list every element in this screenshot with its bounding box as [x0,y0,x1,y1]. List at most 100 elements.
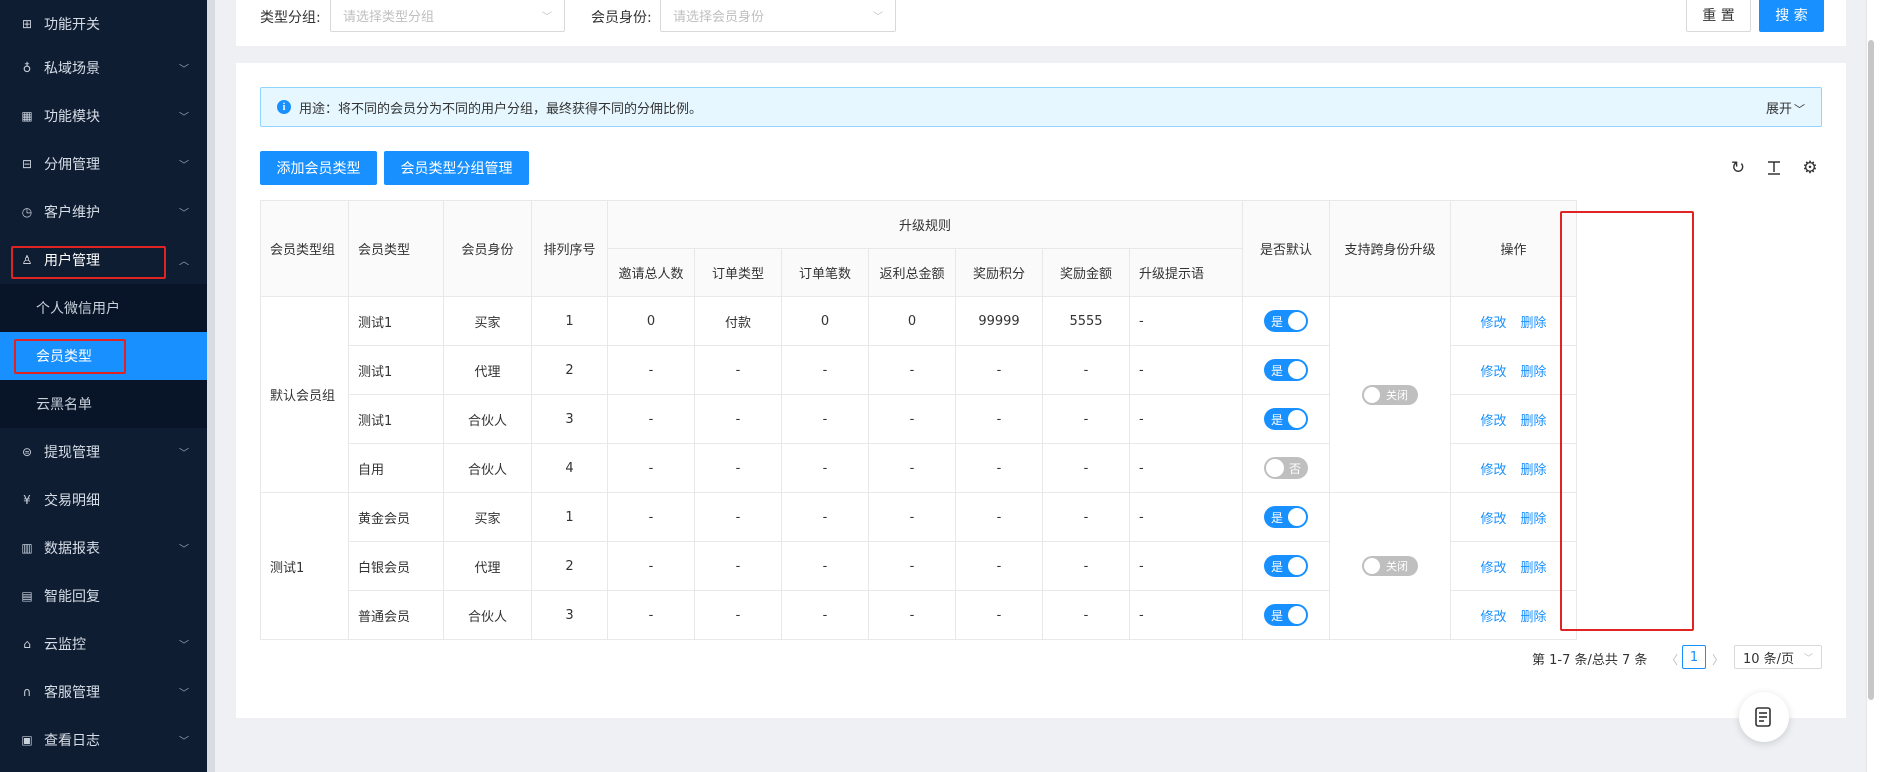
add-member-type-button[interactable]: 添加会员类型 [260,151,377,185]
sidebar-item-1[interactable]: ♁ 私域场景 ﹀ [0,44,207,92]
sidebar-item-3[interactable]: ⊟ 分佣管理 ﹀ [0,140,207,188]
default-toggle[interactable]: 是 [1264,359,1308,381]
edit-link[interactable]: 修改 [1480,610,1506,625]
sidebar-item-12[interactable]: ▣ 查看日志 ﹀ [0,716,207,764]
edit-link[interactable]: 修改 [1480,316,1506,331]
default-toggle[interactable]: 是 [1264,310,1308,332]
chevron-down-icon: ﹀ [179,160,189,172]
sidebar-item-label: 云监控 [44,637,86,653]
identity-cell: 买家 [443,296,532,346]
settings-gear-icon[interactable]: ⚙ [1799,157,1821,179]
edit-link[interactable]: 修改 [1480,414,1506,429]
edit-link[interactable]: 修改 [1480,512,1506,527]
sidebar-item-9[interactable]: ▤ 智能回复 [0,572,207,620]
delete-link[interactable]: 删除 [1521,512,1547,527]
group-select-placeholder: 请选择类型分组 [343,9,435,25]
toggle-knob [1288,557,1306,575]
cup-icon: ♁ [22,61,32,75]
chevron-up-icon: ︿ [179,256,189,268]
type-cell: 黄金会员 [348,492,444,542]
sidebar-subitem-2[interactable]: 云黑名单 [0,380,207,428]
invite-cell: - [607,590,695,640]
page-number-current[interactable]: 1 [1682,645,1706,669]
identity-cell: 买家 [443,492,532,542]
order-cell: 3 [531,590,608,640]
delete-link[interactable]: 删除 [1521,414,1547,429]
amount-cell: 5555 [1042,296,1130,346]
sidebar-item-6[interactable]: ⊜ 提现管理 ﹀ [0,428,207,476]
sidebar-item-11[interactable]: ∩ 客服管理 ﹀ [0,668,207,716]
default-toggle[interactable]: 是 [1264,604,1308,626]
header-upgrade-tip: 升级提示语 [1129,248,1243,297]
prev-page-icon[interactable]: 〈 [1666,651,1678,668]
delete-link[interactable]: 删除 [1521,463,1547,478]
order-cell: 2 [531,541,608,591]
chevron-down-icon: ﹀ [179,64,189,76]
header-cross-upgrade: 支持跨身份升级 [1329,200,1451,297]
sidebar-item-10[interactable]: ⌂ 云监控 ﹀ [0,620,207,668]
identity-select[interactable]: 请选择会员身份 ﹀ [660,0,896,32]
sidebar-item-label: 功能开关 [44,17,100,33]
order-type-cell: - [694,541,782,591]
tip-cell: - [1129,443,1243,493]
invite-cell: - [607,541,695,591]
chevron-down-icon: ﹀ [873,11,883,23]
points-cell: - [955,541,1043,591]
page-scrollbar[interactable] [1868,40,1874,700]
order-cell: 1 [531,492,608,542]
identity-cell: 代理 [443,345,532,395]
reset-button[interactable]: 重 置 [1686,0,1751,32]
edit-link[interactable]: 修改 [1480,463,1506,478]
edit-link[interactable]: 修改 [1480,561,1506,576]
default-toggle[interactable]: 否 [1264,457,1308,479]
sidebar-scrollbar[interactable] [207,0,215,772]
chevron-down-icon: ﹀ [542,11,552,23]
points-cell: 99999 [955,296,1043,346]
sidebar-item-7[interactable]: ¥ 交易明细 [0,476,207,524]
group-select[interactable]: 请选择类型分组 ﹀ [330,0,565,32]
page-size-select[interactable]: 10 条/页 ﹀ [1734,645,1822,669]
cross-upgrade-toggle[interactable]: 关闭 [1362,384,1418,405]
tip-cell: - [1129,590,1243,640]
sidebar-item-2[interactable]: ▦ 功能模块 ﹀ [0,92,207,140]
identity-select-placeholder: 请选择会员身份 [673,9,765,25]
header-is-default: 是否默认 [1242,200,1330,297]
delete-link[interactable]: 删除 [1521,561,1547,576]
toggle-knob [1266,459,1284,477]
default-toggle[interactable]: 是 [1264,506,1308,528]
sidebar-subitem-1[interactable]: 会员类型 [0,332,207,380]
points-cell: - [955,345,1043,395]
delete-link[interactable]: 删除 [1521,610,1547,625]
expand-toggle[interactable]: 展开 ﹀ [1766,98,1805,117]
default-toggle[interactable]: 是 [1264,555,1308,577]
sidebar-item-label: 私域场景 [44,61,100,77]
search-button[interactable]: 搜 索 [1759,0,1824,32]
density-icon[interactable] [1763,157,1785,179]
sidebar-subitem-0[interactable]: 个人微信用户 [0,284,207,332]
refresh-icon[interactable]: ↻ [1727,157,1749,179]
sidebar-item-8[interactable]: ▥ 数据报表 ﹀ [0,524,207,572]
rebate-cell: - [868,394,956,444]
delete-link[interactable]: 删除 [1521,365,1547,380]
chevron-down-icon: ﹀ [179,112,189,124]
group-name-cell: 默认会员组 [260,296,349,493]
invite-cell: - [607,345,695,395]
sidebar-item-label: 智能回复 [44,589,100,605]
delete-link[interactable]: 删除 [1521,316,1547,331]
type-group-manage-button[interactable]: 会员类型分组管理 [384,151,529,185]
next-page-icon[interactable]: 〉 [1712,651,1724,668]
cross-upgrade-toggle[interactable]: 关闭 [1362,556,1418,576]
edit-link[interactable]: 修改 [1480,365,1506,380]
order-type-cell: 付款 [694,296,782,346]
default-toggle[interactable]: 是 [1264,408,1308,430]
identity-filter-label: 会员身份: [591,10,652,26]
sidebar-item-0[interactable]: ⊞ 功能开关 [0,0,207,48]
toggle-knob [1364,386,1380,403]
chevron-down-icon: ﹀ [179,640,189,652]
sidebar-item-4[interactable]: ◷ 客户维护 ﹀ [0,188,207,236]
tip-cell: - [1129,296,1243,346]
type-cell: 测试1 [348,345,444,395]
order-cell: 4 [531,443,608,493]
floating-notes-button[interactable] [1739,692,1789,742]
sidebar-item-5[interactable]: ♙ 用户管理 ︿ [0,236,207,284]
